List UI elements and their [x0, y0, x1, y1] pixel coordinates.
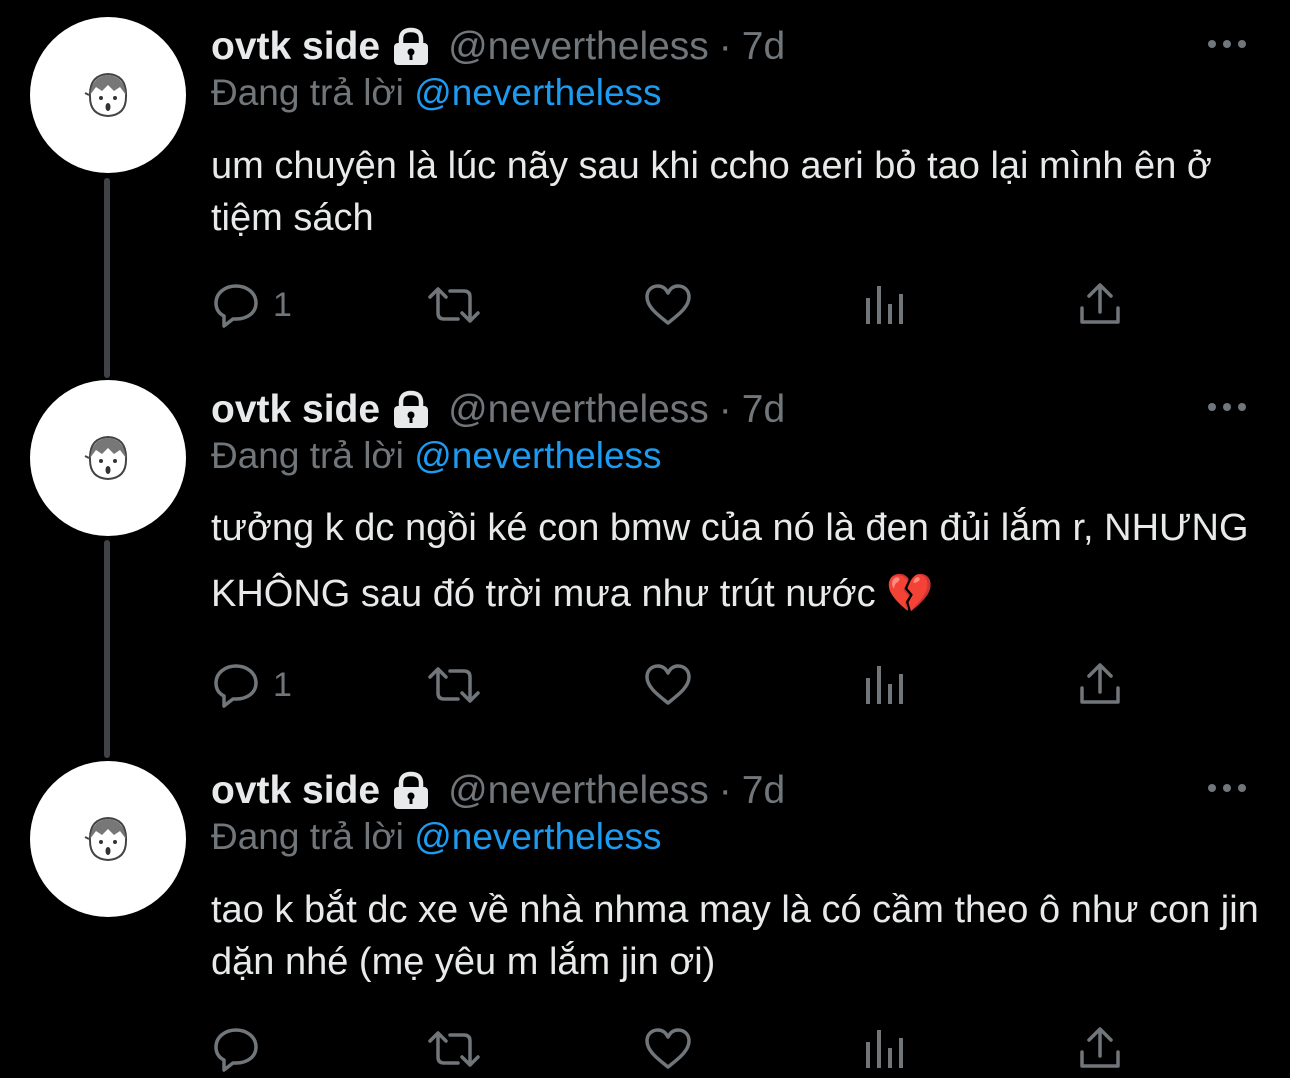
share-icon: [1080, 283, 1120, 324]
retweet-icon: [428, 667, 480, 703]
replying-to-label: Đang trả lời: [211, 435, 404, 476]
timestamp[interactable]: 7d: [742, 25, 785, 69]
heart-icon: [645, 664, 691, 705]
separator-dot: ·: [718, 388, 732, 431]
avatar[interactable]: [30, 761, 186, 917]
lock-icon: [390, 390, 432, 430]
analytics-icon: [866, 1030, 903, 1068]
reply-bubble-icon: [214, 284, 258, 328]
timestamp[interactable]: 7d: [742, 388, 785, 432]
replying-to-label: Đang trả lời: [211, 816, 404, 857]
cartoon-face-icon: [84, 816, 128, 862]
avatar[interactable]: [30, 17, 186, 173]
retweet-icon: [428, 287, 480, 323]
share-icon: [1080, 1027, 1120, 1068]
action-bar: [0, 1024, 1290, 1074]
separator-dot: ·: [718, 25, 732, 68]
analytics-icon: [866, 666, 903, 704]
tweet-header: ovtk side @nevertheless · 7d: [211, 22, 785, 72]
more-dots-icon: [1208, 784, 1246, 792]
retweet-icon: [428, 1031, 480, 1067]
tweet[interactable]: ovtk side @nevertheless · 7d Đang trả lờ…: [0, 0, 1290, 360]
separator-dot: ·: [718, 769, 732, 812]
display-name[interactable]: ovtk side: [211, 25, 380, 69]
action-bar: 1: [0, 280, 1290, 330]
display-name[interactable]: ovtk side: [211, 388, 380, 432]
reply-bubble-icon: [214, 1028, 258, 1072]
mention-link[interactable]: @nevertheless: [414, 72, 661, 113]
share-icon: [1080, 663, 1120, 704]
share-button[interactable]: [1079, 662, 1121, 706]
views-button[interactable]: [864, 664, 906, 706]
reply-button[interactable]: [213, 1026, 273, 1072]
analytics-icon: [866, 286, 903, 324]
reply-count: 1: [273, 665, 292, 704]
tweet[interactable]: ovtk side @nevertheless · 7d Đang trả lờ…: [0, 363, 1290, 743]
lock-icon: [390, 27, 432, 67]
user-handle[interactable]: @nevertheless: [448, 388, 709, 432]
tweet-text: um chuyện là lúc nãy sau khi ccho aeri b…: [211, 145, 1212, 239]
mention-link[interactable]: @nevertheless: [414, 816, 661, 857]
more-dots-icon: [1208, 403, 1246, 411]
user-handle[interactable]: @nevertheless: [448, 769, 709, 813]
reply-button[interactable]: 1: [213, 662, 292, 708]
tweet-text: tao k bắt dc xe về nhà nhma may là có cầ…: [211, 889, 1259, 983]
share-button[interactable]: [1079, 1026, 1121, 1070]
heart-icon: [645, 284, 691, 325]
replying-to: Đang trả lời @nevertheless: [211, 72, 662, 114]
replying-to-label: Đang trả lời: [211, 72, 404, 113]
action-bar: 1: [0, 660, 1290, 710]
views-button[interactable]: [864, 1028, 906, 1070]
tweet-header: ovtk side @nevertheless · 7d: [211, 766, 785, 816]
user-handle[interactable]: @nevertheless: [448, 25, 709, 69]
more-button[interactable]: [1205, 22, 1249, 66]
retweet-button[interactable]: [426, 1029, 482, 1069]
share-button[interactable]: [1079, 282, 1121, 326]
retweet-button[interactable]: [426, 285, 482, 325]
tweet-header: ovtk side @nevertheless · 7d: [211, 385, 785, 435]
reply-count: 1: [273, 285, 292, 324]
tweet-text: tưởng k dc ngồi ké con bmw của nó là đen…: [211, 507, 1249, 615]
tweet[interactable]: ovtk side @nevertheless · 7d Đang trả lờ…: [0, 744, 1290, 1078]
reply-bubble-icon: [214, 664, 258, 708]
replying-to: Đang trả lời @nevertheless: [211, 435, 662, 477]
reply-button[interactable]: 1: [213, 282, 292, 328]
views-button[interactable]: [864, 284, 906, 326]
timestamp[interactable]: 7d: [742, 769, 785, 813]
like-button[interactable]: [644, 663, 692, 707]
heart-icon: [645, 1028, 691, 1069]
more-button[interactable]: [1205, 766, 1249, 810]
more-dots-icon: [1208, 40, 1246, 48]
retweet-button[interactable]: [426, 665, 482, 705]
mention-link[interactable]: @nevertheless: [414, 435, 661, 476]
cartoon-face-icon: [84, 435, 128, 481]
like-button[interactable]: [644, 1027, 692, 1071]
replying-to: Đang trả lời @nevertheless: [211, 816, 662, 858]
lock-icon: [390, 771, 432, 811]
display-name[interactable]: ovtk side: [211, 769, 380, 813]
cartoon-face-icon: [84, 72, 128, 118]
more-button[interactable]: [1205, 385, 1249, 429]
avatar[interactable]: [30, 380, 186, 536]
like-button[interactable]: [644, 283, 692, 327]
